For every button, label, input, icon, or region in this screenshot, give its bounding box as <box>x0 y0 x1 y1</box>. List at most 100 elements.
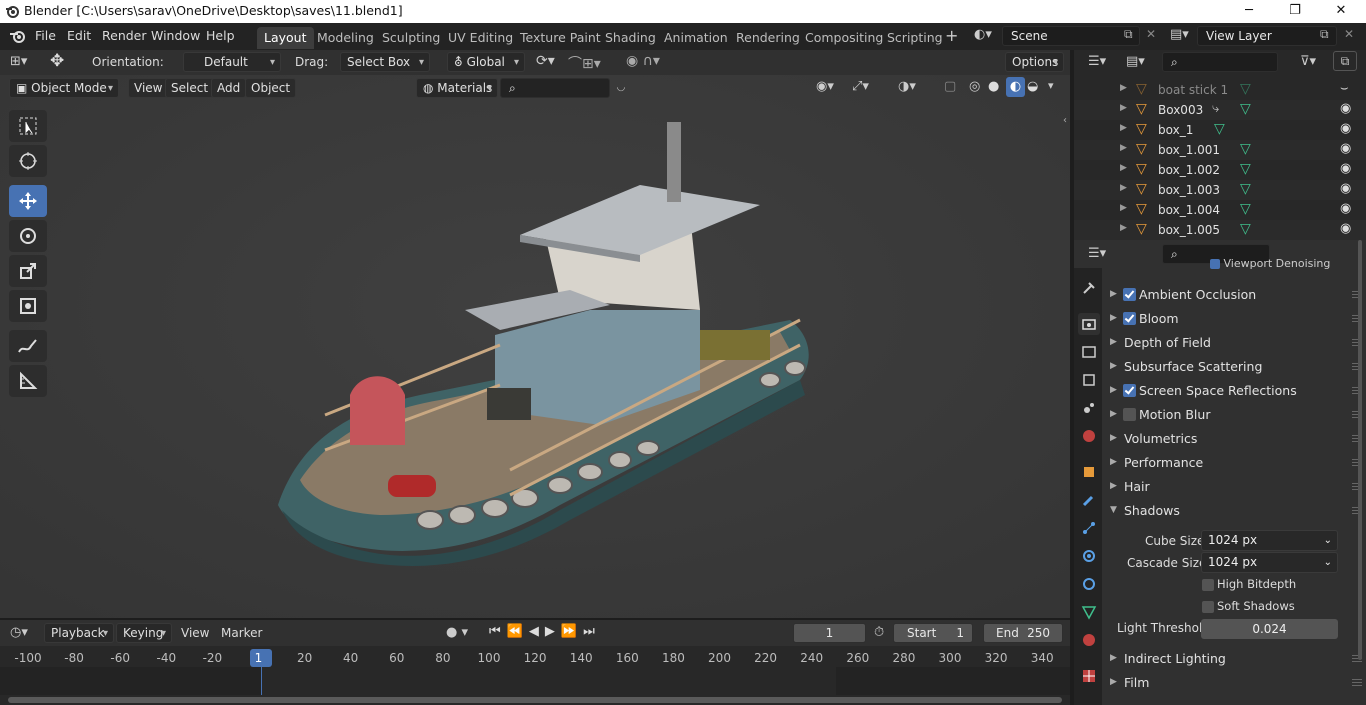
object-name[interactable]: box_1.001 <box>1158 143 1220 157</box>
start-frame-field[interactable]: Start 1 <box>893 623 973 643</box>
tab-layout[interactable]: Layout <box>257 27 314 49</box>
expand-arrow-icon[interactable]: ▶ <box>1120 163 1127 173</box>
cube-size-dropdown[interactable]: 1024 px ⌄ <box>1201 530 1338 551</box>
current-frame-field[interactable]: 1 <box>793 623 866 643</box>
panel-checkbox[interactable] <box>1123 384 1136 397</box>
menu-render[interactable]: Render <box>102 28 147 43</box>
texture-tab-icon[interactable] <box>1078 665 1100 687</box>
sidebar-toggle-icon[interactable]: ‹ <box>1063 115 1067 126</box>
minimize-button[interactable]: ─ <box>1226 0 1272 23</box>
outliner-row[interactable]: ▶ ▽ box_1.002 ▽ ◉ <box>1074 160 1366 180</box>
gizmo-icon[interactable]: ⤢▾ <box>852 79 869 94</box>
outliner-editor-icon[interactable]: ☰▾ <box>1088 54 1106 69</box>
timeline-marker-menu[interactable]: Marker <box>221 626 262 640</box>
record-icon[interactable]: ● ▾ <box>446 625 468 640</box>
panel-performance[interactable]: ▶ Performance <box>1103 451 1366 475</box>
output-tab-icon[interactable] <box>1078 341 1100 363</box>
editor-type-icon[interactable]: ⊞▾ <box>10 54 27 69</box>
tab-texture-paint[interactable]: Texture Paint <box>513 27 608 49</box>
solid-shading-icon[interactable]: ● <box>988 79 999 94</box>
object-name[interactable]: box_1.005 <box>1158 223 1220 237</box>
rotate-tool[interactable] <box>9 220 47 252</box>
panel-bloom[interactable]: ▶ Bloom <box>1103 307 1366 331</box>
shading-options-icon[interactable]: ▾ <box>1048 79 1054 92</box>
display-mode-icon[interactable]: ▤▾ <box>1126 54 1145 69</box>
world-tab-icon[interactable] <box>1078 425 1100 447</box>
menu-help[interactable]: Help <box>206 28 235 43</box>
panel-collapsed-icon[interactable]: ▶ <box>1110 313 1117 323</box>
expand-arrow-icon[interactable]: ▶ <box>1120 223 1127 233</box>
scale-tool[interactable] <box>9 255 47 287</box>
end-frame-field[interactable]: End 250 <box>983 623 1063 643</box>
annotate-tool[interactable] <box>9 330 47 362</box>
render-tab-icon[interactable] <box>1078 313 1100 335</box>
panel-collapsed-icon[interactable]: ▶ <box>1110 457 1117 467</box>
material-preview-shading-icon[interactable]: ◐ <box>1006 77 1025 97</box>
eye-icon[interactable]: ◉ <box>1340 161 1351 176</box>
object-name[interactable]: box_1.004 <box>1158 203 1220 217</box>
menu-edit[interactable]: Edit <box>67 28 91 43</box>
copy-scene-icon[interactable]: ⧉ <box>1124 27 1133 42</box>
outliner-row[interactable]: ▶ ▽ box_1.004 ▽ ◉ <box>1074 200 1366 220</box>
expand-arrow-icon[interactable]: ▶ <box>1120 143 1127 153</box>
expand-arrow-icon[interactable]: ▶ <box>1120 83 1127 93</box>
panel-collapsed-icon[interactable]: ▶ <box>1110 289 1117 299</box>
object-name[interactable]: box_1.002 <box>1158 163 1220 177</box>
blender-menu-icon[interactable] <box>9 28 27 44</box>
scene-icon[interactable]: ◐▾ <box>974 27 992 42</box>
object-menu[interactable]: Object <box>245 78 297 98</box>
panel-hair[interactable]: ▶ Hair <box>1103 475 1366 499</box>
proportional-editing-icon[interactable]: ◉ ∩▾ <box>626 53 660 69</box>
outliner-row[interactable]: ▶ ▽ boat stick 1 ▽ ⌣ <box>1074 80 1366 100</box>
restore-button[interactable]: ❐ <box>1272 0 1318 23</box>
object-name[interactable]: box_1 <box>1158 123 1193 137</box>
tab-modeling[interactable]: Modeling <box>310 27 381 49</box>
cursor-tool[interactable] <box>9 145 47 177</box>
panel-collapsed-icon[interactable]: ▶ <box>1110 653 1117 663</box>
high-bitdepth-checkbox[interactable] <box>1202 579 1214 591</box>
eye-icon[interactable]: ◉ <box>1340 221 1351 236</box>
soft-shadows-checkbox[interactable] <box>1202 601 1214 613</box>
tab-uv-editing[interactable]: UV Editing <box>441 27 520 49</box>
3d-viewport[interactable] <box>0 50 1070 618</box>
outliner-row[interactable]: ▶ ▽ box_1.003 ▽ ◉ <box>1074 180 1366 200</box>
measure-tool[interactable] <box>9 365 47 397</box>
tab-shading[interactable]: Shading <box>598 27 663 49</box>
add-menu[interactable]: Add <box>211 78 247 98</box>
menu-window[interactable]: Window <box>151 28 200 43</box>
expand-arrow-icon[interactable]: ▶ <box>1120 183 1127 193</box>
search-options-icon[interactable]: ◡ <box>612 78 630 98</box>
panel-collapsed-icon[interactable]: ▶ <box>1110 361 1117 371</box>
view-layer-field[interactable]: View Layer <box>1197 26 1337 46</box>
object-tab-icon[interactable] <box>1078 461 1100 483</box>
expand-arrow-icon[interactable]: ▶ <box>1120 203 1127 213</box>
panel-volumetrics[interactable]: ▶ Volumetrics <box>1103 427 1366 451</box>
outliner-row[interactable]: ▶ ▽ box_1 ▽ ◉ <box>1074 120 1366 140</box>
properties-scrollbar[interactable] <box>1358 240 1362 660</box>
tab-compositing[interactable]: Compositing <box>798 27 890 49</box>
tab-sculpting[interactable]: Sculpting <box>375 27 447 49</box>
close-button[interactable]: ✕ <box>1318 0 1364 23</box>
panel-screen-space-reflections[interactable]: ▶ Screen Space Reflections <box>1103 379 1366 403</box>
pivot-point-icon[interactable]: ⟳▾ <box>536 53 555 69</box>
panel-ambient-occlusion[interactable]: ▶ Ambient Occlusion <box>1103 283 1366 307</box>
panel-collapsed-icon[interactable]: ▶ <box>1110 481 1117 491</box>
object-name[interactable]: Box003 <box>1158 103 1203 117</box>
copy-view-layer-icon[interactable]: ⧉ <box>1320 27 1329 42</box>
eye-icon[interactable]: ◉ <box>1340 121 1351 136</box>
panel-depth-of-field[interactable]: ▶ Depth of Field <box>1103 331 1366 355</box>
view-menu[interactable]: View <box>128 78 169 98</box>
timeline-editor-icon[interactable]: ◷▾ <box>10 625 28 640</box>
xray-icon[interactable]: ▢ <box>944 79 956 94</box>
tab-scripting[interactable]: Scripting <box>880 27 950 49</box>
modifier-tab-icon[interactable] <box>1078 489 1100 511</box>
tool-tab-icon[interactable] <box>1078 277 1100 299</box>
panel-subsurface-scattering[interactable]: ▶ Subsurface Scattering <box>1103 355 1366 379</box>
remove-view-layer-icon[interactable]: ✕ <box>1344 27 1354 41</box>
snap-icon[interactable]: ⌒⊞▾ <box>568 53 601 73</box>
eye-icon[interactable]: ◉ <box>1340 201 1351 216</box>
properties-editor-icon[interactable]: ☰▾ <box>1088 246 1106 261</box>
eye-icon[interactable]: ◉ <box>1340 101 1351 116</box>
timeline-scrollbar[interactable] <box>8 697 1062 703</box>
new-collection-icon[interactable]: ⧉ <box>1333 51 1357 71</box>
